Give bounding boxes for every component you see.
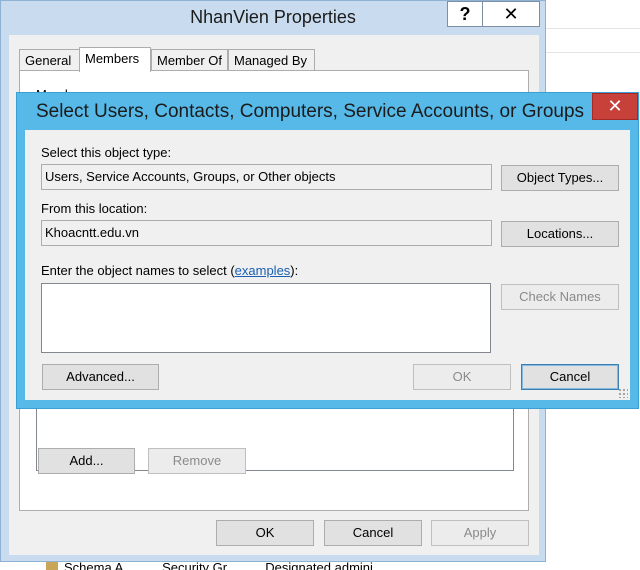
object-names-label-text: Enter the object names to select (: [41, 263, 235, 278]
tab-members[interactable]: Members: [79, 47, 151, 72]
help-button[interactable]: ?: [447, 1, 483, 27]
tab-general[interactable]: General: [19, 49, 80, 71]
remove-button[interactable]: Remove: [148, 448, 246, 474]
add-button[interactable]: Add...: [38, 448, 135, 474]
locations-button[interactable]: Locations...: [501, 221, 619, 247]
object-names-input[interactable]: [41, 283, 491, 353]
select-users-dialog: Select Users, Contacts, Computers, Servi…: [16, 92, 639, 409]
check-names-button[interactable]: Check Names: [501, 284, 619, 310]
object-names-label: Enter the object names to select (exampl…: [41, 263, 298, 278]
dialog-body: Select this object type: Users, Service …: [25, 130, 630, 400]
apply-button[interactable]: Apply: [431, 520, 529, 546]
cancel-button[interactable]: Cancel: [324, 520, 422, 546]
ok-button[interactable]: OK: [216, 520, 314, 546]
location-label: From this location:: [41, 201, 148, 216]
close-button[interactable]: ✕: [482, 1, 540, 27]
background-divider: [545, 28, 640, 29]
object-types-button[interactable]: Object Types...: [501, 165, 619, 191]
dialog-title: Select Users, Contacts, Computers, Servi…: [35, 101, 585, 122]
examples-link[interactable]: examples: [235, 263, 291, 278]
tab-member-of[interactable]: Member Of: [151, 49, 228, 71]
background-divider: [545, 52, 640, 53]
object-type-field: Users, Service Accounts, Groups, or Othe…: [41, 164, 492, 190]
dialog-close-button[interactable]: ✕: [592, 93, 638, 120]
location-field: Khoacntt.edu.vn: [41, 220, 492, 246]
object-type-label: Select this object type:: [41, 145, 172, 160]
object-names-label-end: ):: [290, 263, 299, 278]
advanced-button[interactable]: Advanced...: [42, 364, 159, 390]
resize-grip-icon[interactable]: [618, 388, 628, 398]
dialog-cancel-button[interactable]: Cancel: [521, 364, 619, 390]
dialog-ok-button[interactable]: OK: [413, 364, 511, 390]
tab-managed-by[interactable]: Managed By: [228, 49, 315, 71]
